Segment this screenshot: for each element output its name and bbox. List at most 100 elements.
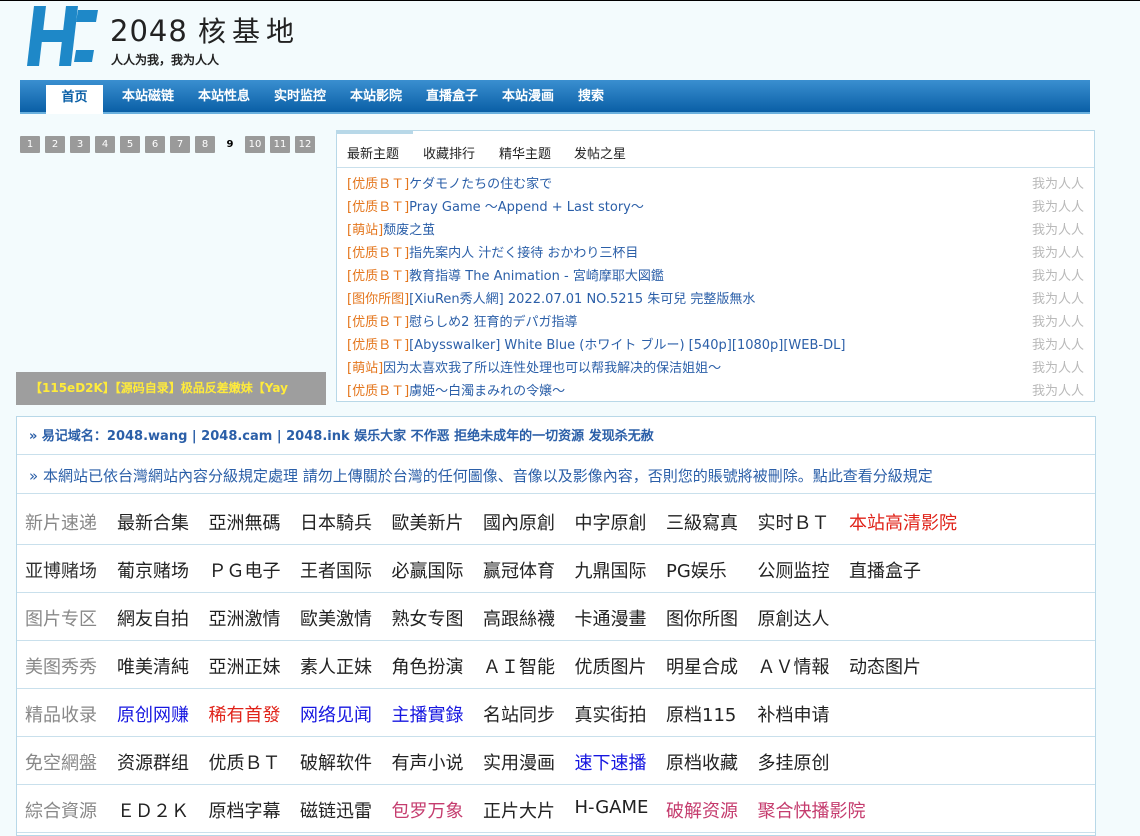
page-button[interactable]: 2 xyxy=(45,136,65,153)
directory-link[interactable]: ＡＩ智能 xyxy=(483,653,555,679)
directory-link[interactable]: 包罗万象 xyxy=(392,797,464,823)
page-button[interactable]: 6 xyxy=(145,136,165,153)
nav-search[interactable]: 搜索 xyxy=(578,80,604,112)
directory-link[interactable]: 亞洲激情 xyxy=(209,605,281,631)
directory-link[interactable]: 图你所图 xyxy=(666,605,738,631)
directory-link[interactable]: 卡通漫畫 xyxy=(575,605,647,631)
topic-title[interactable]: 指先案内人 汁だく接待 おかわり三杯目 xyxy=(409,246,638,261)
topic-category[interactable]: [优质ＢＴ] xyxy=(347,338,409,353)
topic-category[interactable]: [优质ＢＴ] xyxy=(347,177,409,192)
directory-link[interactable]: 赢冠体育 xyxy=(483,557,555,583)
directory-link[interactable]: 歐美激情 xyxy=(300,605,372,631)
topic-author[interactable]: 我为人人 xyxy=(1032,242,1084,261)
page-button[interactable]: 12 xyxy=(295,136,315,153)
directory-link[interactable]: ＥＤ２Ｋ xyxy=(117,797,189,823)
directory-link[interactable]: 本站高清影院 xyxy=(849,509,957,535)
banner-caption[interactable]: 【115eD2K】【源码自录】极品反差嫩妹【Yay xyxy=(16,372,326,405)
directory-link[interactable]: 有声小说 xyxy=(392,749,464,775)
topic-author[interactable]: 我为人人 xyxy=(1032,196,1084,215)
directory-link[interactable]: 中字原創 xyxy=(575,509,647,535)
directory-link[interactable]: 亞洲正妹 xyxy=(209,653,281,679)
page-button[interactable]: 5 xyxy=(120,136,140,153)
directory-link[interactable]: 原創达人 xyxy=(758,605,830,631)
nav-comics[interactable]: 本站漫画 xyxy=(502,80,554,112)
topic-author[interactable]: 我为人人 xyxy=(1032,173,1084,192)
topic-title[interactable]: [XiuRen秀人網] 2022.07.01 NO.5215 朱可兒 完整版無水 xyxy=(409,292,755,307)
directory-link[interactable]: 日本騎兵 xyxy=(300,509,372,535)
topic-title[interactable]: 因为太喜欢我了所以连性处理也可以帮我解决的保洁姐姐～ xyxy=(383,361,721,376)
page-button[interactable]: 3 xyxy=(70,136,90,153)
topic-author[interactable]: 我为人人 xyxy=(1032,219,1084,238)
topic-title[interactable]: 教育指導 The Animation - 宮崎摩耶大図鑑 xyxy=(409,269,664,284)
directory-link[interactable]: 唯美清純 xyxy=(117,653,189,679)
tab-featured[interactable]: 精华主题 xyxy=(499,143,551,162)
domain-notice[interactable]: » 易记域名：2048.wang | 2048.cam | 2048.ink 娱… xyxy=(17,417,1095,455)
topic-title[interactable]: 慰らしめ2 狂育的デパガ指導 xyxy=(409,315,577,330)
topic-category[interactable]: [图你所图] xyxy=(347,292,409,307)
topic-author[interactable]: 我为人人 xyxy=(1032,380,1084,399)
directory-link[interactable]: 素人正妹 xyxy=(300,653,372,679)
directory-link[interactable]: 优质ＢＴ xyxy=(209,749,281,775)
tab-top-posters[interactable]: 发帖之星 xyxy=(574,143,626,162)
directory-link[interactable]: 網友自拍 xyxy=(117,605,189,631)
rating-notice[interactable]: » 本網站已依台灣網站內容分級規定處理 請勿上傳關於台灣的任何圖像、音像以及影像… xyxy=(17,456,1095,494)
directory-link[interactable]: 明星合成 xyxy=(666,653,738,679)
topic-title[interactable]: ケダモノたちの住む家で xyxy=(409,177,552,192)
directory-link[interactable]: 多挂原创 xyxy=(758,749,830,775)
directory-link[interactable]: 三級寫真 xyxy=(666,509,738,535)
topic-author[interactable]: 我为人人 xyxy=(1032,288,1084,307)
directory-link[interactable]: 优质图片 xyxy=(575,653,647,679)
directory-link[interactable]: 原创网赚 xyxy=(117,701,189,727)
page-button[interactable]: 1 xyxy=(20,136,40,153)
directory-link[interactable]: 主播實錄 xyxy=(392,701,464,727)
topic-category[interactable]: [优质ＢＴ] xyxy=(347,315,409,330)
topic-author[interactable]: 我为人人 xyxy=(1032,357,1084,376)
directory-link[interactable]: 原档115 xyxy=(666,701,736,727)
directory-link[interactable]: 原档字幕 xyxy=(209,797,281,823)
directory-link[interactable]: 实用漫画 xyxy=(483,749,555,775)
directory-link[interactable]: 亞洲無碼 xyxy=(209,509,281,535)
topic-category[interactable]: [优质ＢＴ] xyxy=(347,246,409,261)
topic-category[interactable]: [优质ＢＴ] xyxy=(347,384,409,399)
topic-category[interactable]: [优质ＢＴ] xyxy=(347,269,409,284)
directory-link[interactable]: 高跟絲襪 xyxy=(483,605,555,631)
directory-link[interactable]: 九鼎国际 xyxy=(575,557,647,583)
topic-title[interactable]: 虜姫～白濁まみれの令嬢～ xyxy=(409,384,565,399)
topic-title[interactable]: Pray Game ～Append + Last story～ xyxy=(409,200,644,215)
directory-link[interactable]: 真实街拍 xyxy=(575,701,647,727)
directory-link[interactable]: 补档申请 xyxy=(758,701,830,727)
directory-link[interactable]: 网络见闻 xyxy=(300,701,372,727)
directory-link[interactable]: 正片大片 xyxy=(483,797,555,823)
directory-link[interactable]: 破解资源 xyxy=(666,797,738,823)
directory-link[interactable]: 破解软件 xyxy=(300,749,372,775)
topic-category[interactable]: [优质ＢＴ] xyxy=(347,200,409,215)
directory-link[interactable]: 王者国际 xyxy=(300,557,372,583)
topic-author[interactable]: 我为人人 xyxy=(1032,265,1084,284)
directory-link[interactable]: 聚合快播影院 xyxy=(758,797,866,823)
nav-info[interactable]: 本站性息 xyxy=(198,80,250,112)
directory-link[interactable]: ＰＧ电子 xyxy=(209,557,281,583)
page-button[interactable]: 8 xyxy=(195,136,215,153)
directory-link[interactable]: 动态图片 xyxy=(849,653,921,679)
page-button[interactable]: 7 xyxy=(170,136,190,153)
topic-title[interactable]: [Abysswalker] White Blue (ホワイト ブルー) [540… xyxy=(409,338,845,353)
page-button[interactable]: 10 xyxy=(245,136,265,153)
site-logo-icon[interactable] xyxy=(24,4,100,68)
directory-link[interactable]: 资源群组 xyxy=(117,749,189,775)
directory-link[interactable]: 原档收藏 xyxy=(666,749,738,775)
page-button[interactable]: 4 xyxy=(95,136,115,153)
nav-home[interactable]: 首页 xyxy=(46,85,103,114)
page-button-current[interactable]: 9 xyxy=(220,136,240,153)
directory-link[interactable]: PG娱乐 xyxy=(666,557,727,583)
directory-link[interactable]: 磁链迅雷 xyxy=(300,797,372,823)
directory-link[interactable]: H-GAME xyxy=(575,797,649,818)
directory-link[interactable]: 名站同步 xyxy=(483,701,555,727)
directory-link[interactable]: 公厕监控 xyxy=(758,557,830,583)
directory-link[interactable]: 必赢国际 xyxy=(392,557,464,583)
directory-link[interactable]: 直播盒子 xyxy=(849,557,921,583)
directory-link[interactable]: 最新合集 xyxy=(117,509,189,535)
directory-link[interactable]: ＡＶ情報 xyxy=(758,653,830,679)
topic-author[interactable]: 我为人人 xyxy=(1032,311,1084,330)
nav-cinema[interactable]: 本站影院 xyxy=(350,80,402,112)
directory-link[interactable]: 葡京赌场 xyxy=(117,557,189,583)
